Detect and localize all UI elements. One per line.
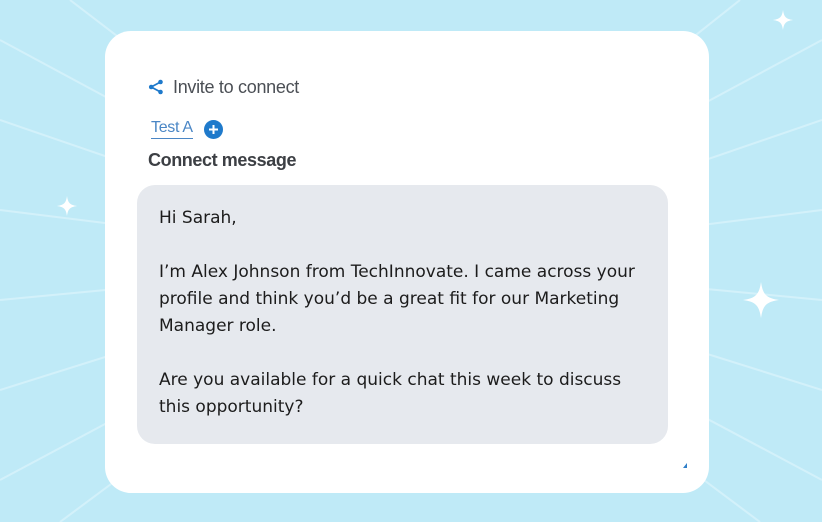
invite-header: Invite to connect: [148, 75, 299, 99]
variant-tabs: Test A: [151, 117, 223, 141]
connect-message-field[interactable]: Hi Sarah, I’m Alex Johnson from TechInno…: [137, 185, 668, 444]
message-body-paragraph: Are you available for a quick chat this …: [159, 370, 622, 417]
tab-test-a[interactable]: Test A: [151, 119, 193, 139]
share-icon: [148, 79, 163, 95]
invite-label: Invite to connect: [173, 76, 299, 97]
add-variant-button[interactable]: [203, 119, 223, 139]
sparkle-icon: [57, 196, 77, 216]
invite-card: Invite to connect Test A Connect message…: [105, 31, 709, 493]
message-greeting: Hi Sarah,: [159, 208, 237, 228]
sparkle-icon: [743, 282, 779, 318]
resize-handle[interactable]: [683, 463, 687, 468]
section-title: Connect message: [148, 150, 297, 170]
sparkle-icon: [773, 10, 793, 30]
message-body-paragraph: I’m Alex Johnson from TechInnovate. I ca…: [159, 262, 635, 336]
